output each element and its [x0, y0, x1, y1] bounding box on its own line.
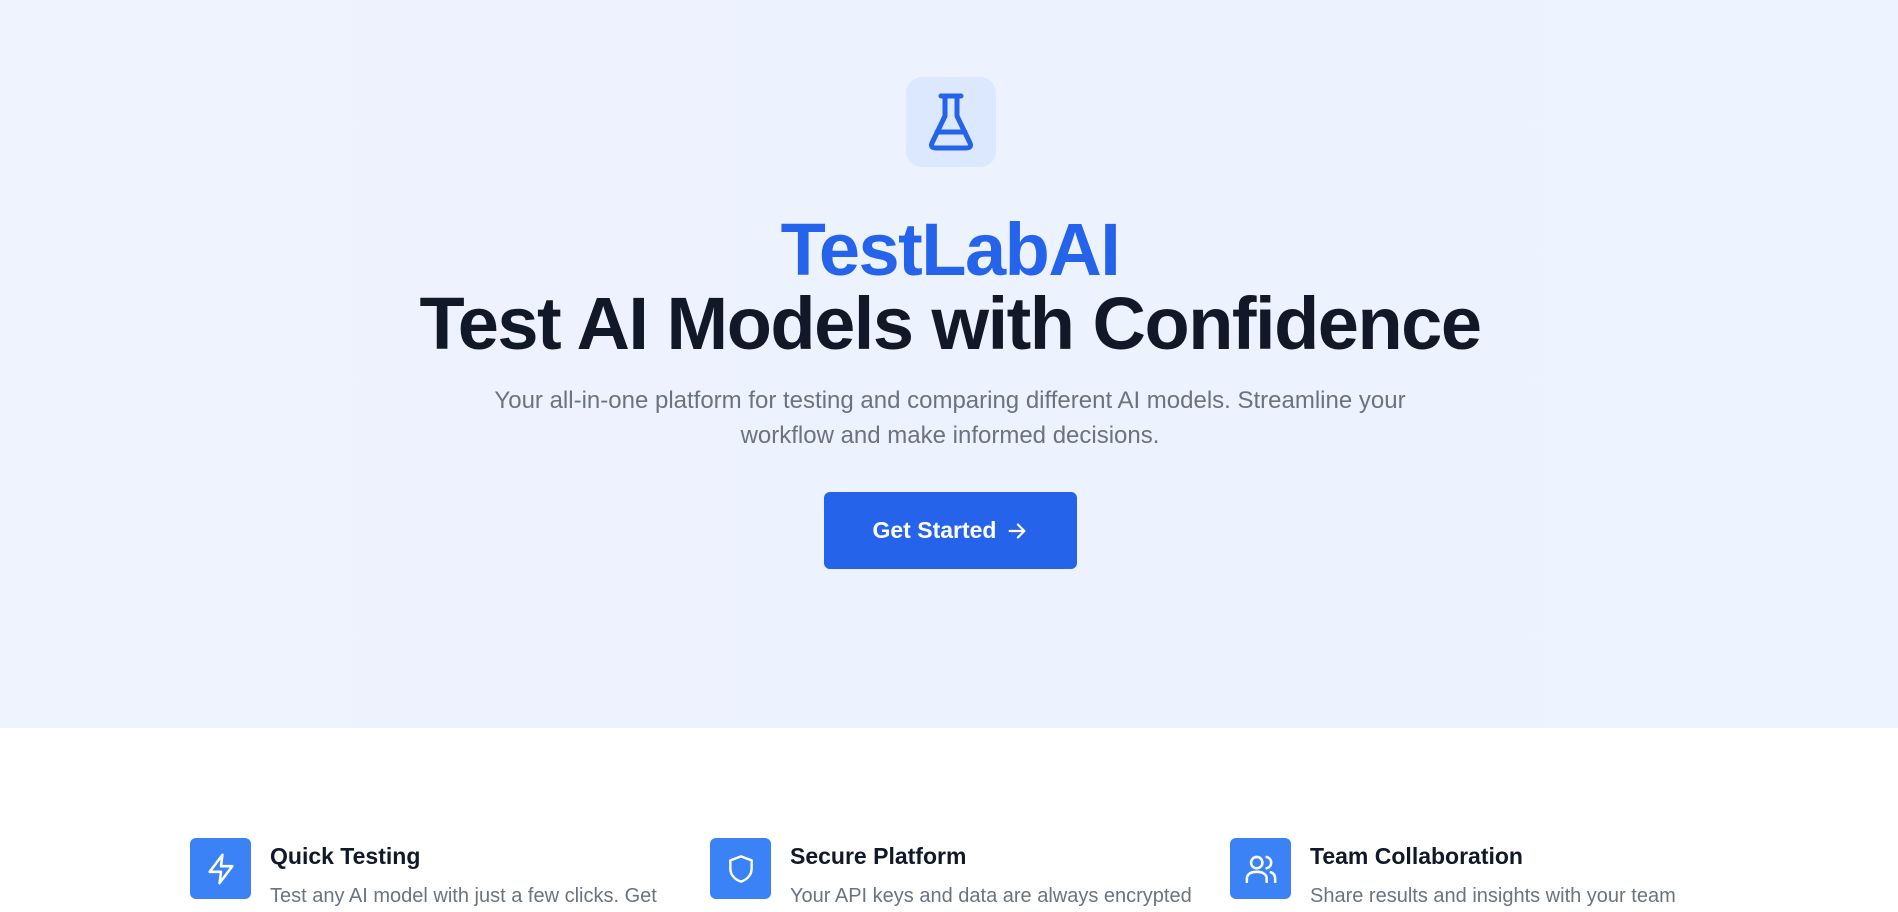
arrow-right-icon	[1009, 522, 1026, 539]
feature-title: Secure Platform	[790, 843, 967, 869]
hero-section: TestLabAI Test AI Models with Confidence…	[0, 0, 1898, 728]
get-started-label: Get Started	[872, 517, 997, 543]
get-started-button[interactable]: Get Started	[824, 492, 1077, 569]
users-icon	[1245, 855, 1276, 883]
feature-title: Team Collaboration	[1310, 843, 1523, 869]
flask-icon	[929, 93, 973, 151]
hero-headline: Test AI Models with Confidence	[419, 282, 1482, 365]
feature-icon-tile	[1230, 838, 1291, 899]
feature-description: Test any AI model with just a few clicks…	[270, 885, 657, 907]
logo-tile	[906, 77, 996, 167]
feature-description: Your API keys and data are always encryp…	[790, 885, 1192, 907]
feature-icon-tile	[710, 838, 771, 899]
feature-title: Quick Testing	[270, 843, 421, 869]
lightning-icon	[207, 853, 234, 884]
hero-subtitle: Your all-in-one platform for testing and…	[494, 387, 1406, 449]
feature-icon-tile	[190, 838, 251, 899]
feature-description: Share results and insights with your tea…	[1310, 885, 1676, 907]
shield-icon	[728, 854, 753, 883]
features-section: Quick Testing Test any AI model with jus…	[0, 728, 1898, 912]
